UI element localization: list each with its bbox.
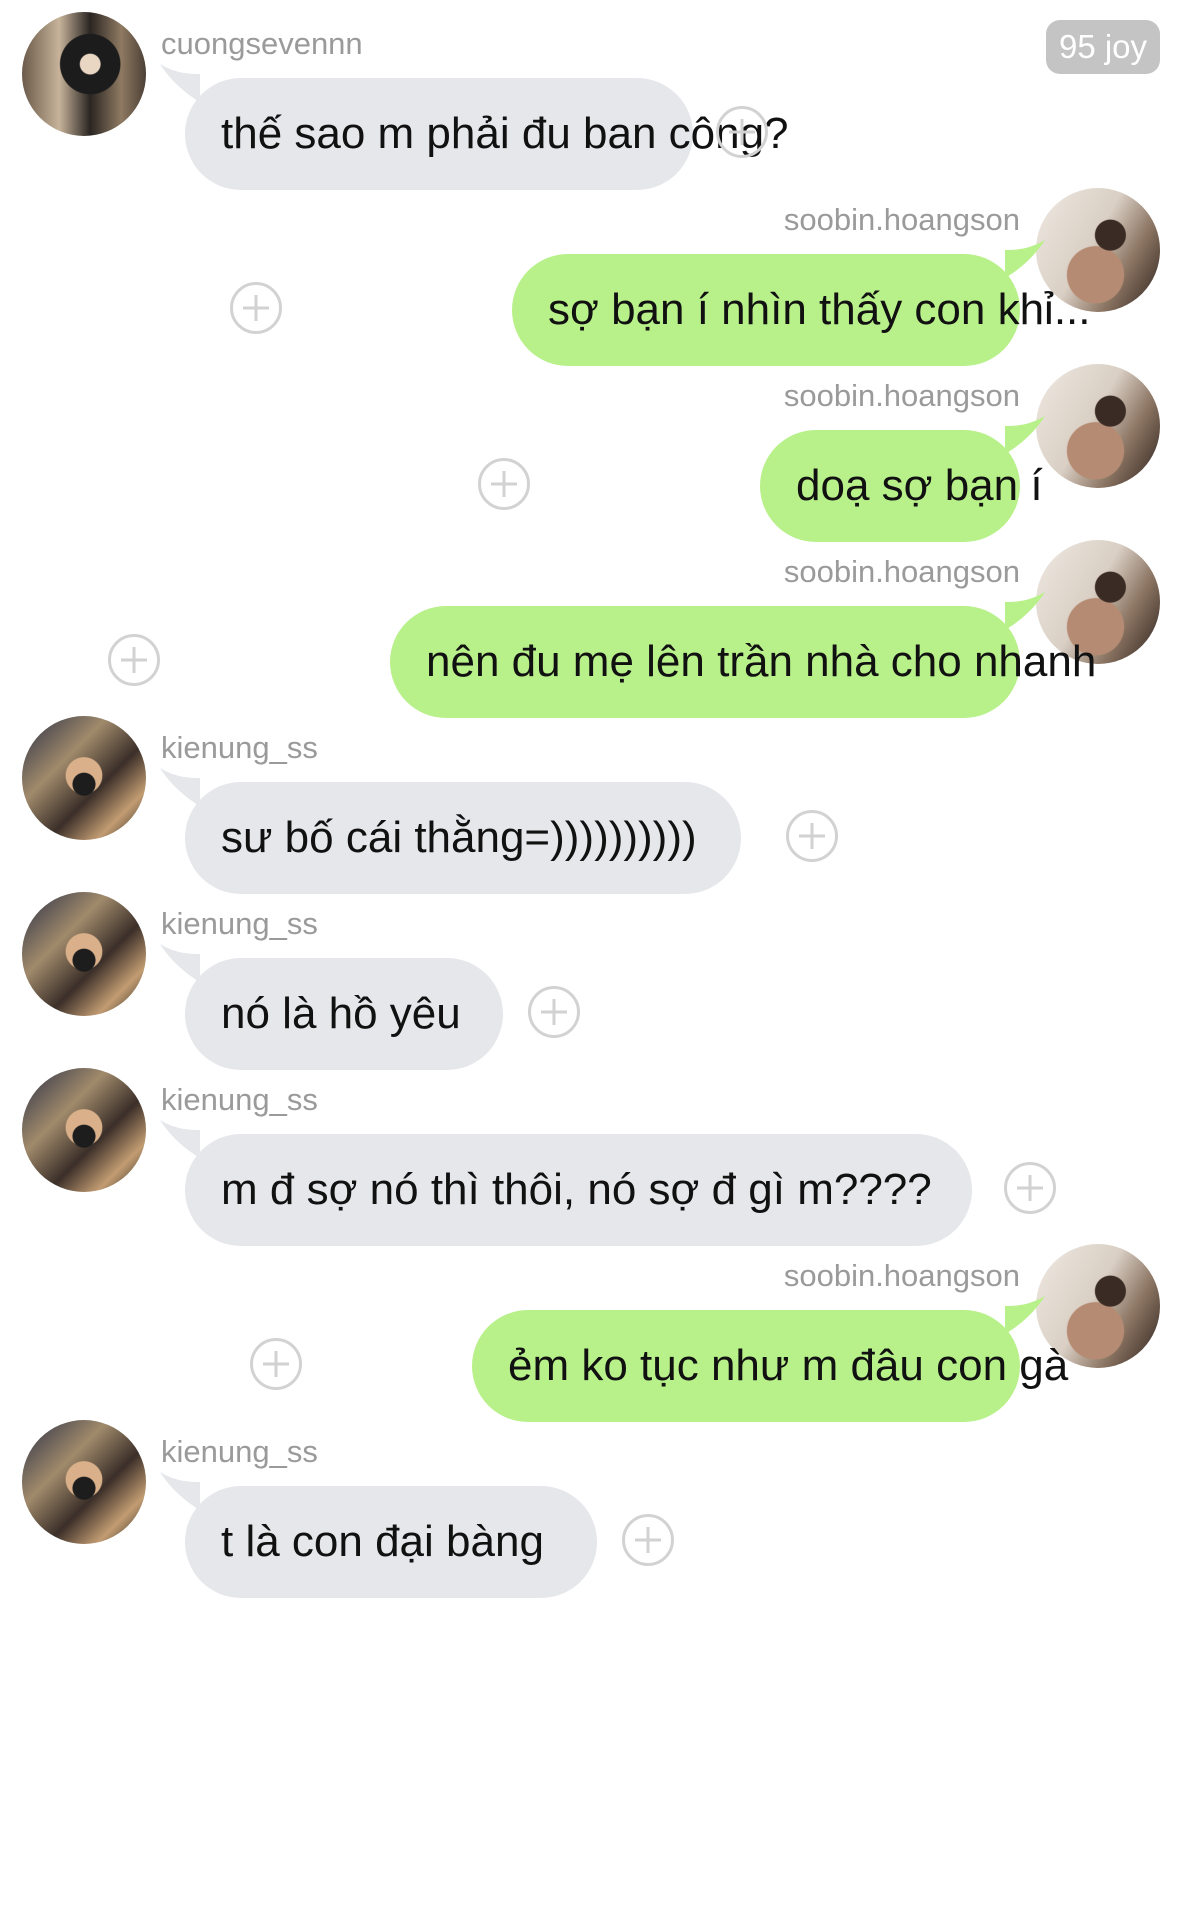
plus-circle-icon[interactable] — [108, 634, 160, 686]
avatar[interactable] — [22, 716, 146, 840]
avatar[interactable] — [22, 12, 146, 136]
message-bubble[interactable]: doạ sợ bạn í — [760, 430, 1043, 542]
message-bubble[interactable]: ẻm ko tục như m đâu con gà — [472, 1310, 1068, 1422]
avatar[interactable] — [22, 1068, 146, 1192]
avatar[interactable] — [1036, 364, 1160, 488]
plus-circle-icon[interactable] — [478, 458, 530, 510]
username: cuongsevennn — [161, 26, 363, 61]
username: kienung_ss — [161, 1434, 318, 1469]
plus-circle-icon[interactable] — [250, 1338, 302, 1390]
username: soobin.hoangson — [783, 554, 1020, 589]
avatar[interactable] — [22, 892, 146, 1016]
bubble-tail — [160, 944, 200, 982]
plus-circle-icon[interactable] — [528, 986, 580, 1038]
message-bubble[interactable]: sợ bạn í nhìn thấy con khỉ... — [512, 254, 1091, 366]
plus-circle-icon[interactable] — [230, 282, 282, 334]
bubble-tail — [160, 64, 200, 102]
message-bubble[interactable]: nên đu mẹ lên trần nhà cho nhanh — [390, 606, 1096, 718]
message-bubble[interactable]: sư bố cái thằng=)))))))))) — [185, 782, 741, 894]
username: kienung_ss — [161, 730, 318, 765]
plus-circle-icon[interactable] — [1004, 1162, 1056, 1214]
bubble-tail — [160, 1120, 200, 1158]
message-bubble[interactable]: t là con đại bàng — [185, 1486, 597, 1598]
bubble-tail — [160, 768, 200, 806]
message-bubble[interactable]: thế sao m phải đu ban công? — [185, 78, 789, 190]
username: soobin.hoangson — [783, 1258, 1020, 1293]
plus-circle-icon[interactable] — [622, 1514, 674, 1566]
message-bubble[interactable]: nó là hồ yêu — [185, 958, 503, 1070]
plus-circle-icon[interactable] — [716, 106, 768, 158]
username: soobin.hoangson — [783, 378, 1020, 413]
avatar[interactable] — [22, 1420, 146, 1544]
username: kienung_ss — [161, 1082, 318, 1117]
plus-circle-icon[interactable] — [786, 810, 838, 862]
message-bubble[interactable]: m đ sợ nó thì thôi, nó sợ đ gì m???? — [185, 1134, 972, 1246]
username: soobin.hoangson — [783, 202, 1020, 237]
message-row: kienung_ss t là con đại bàng — [0, 1420, 1178, 1630]
chat-thread: cuongsevennn thế sao m phải đu ban công?… — [0, 0, 1178, 1920]
bubble-tail — [160, 1472, 200, 1510]
username: kienung_ss — [161, 906, 318, 941]
